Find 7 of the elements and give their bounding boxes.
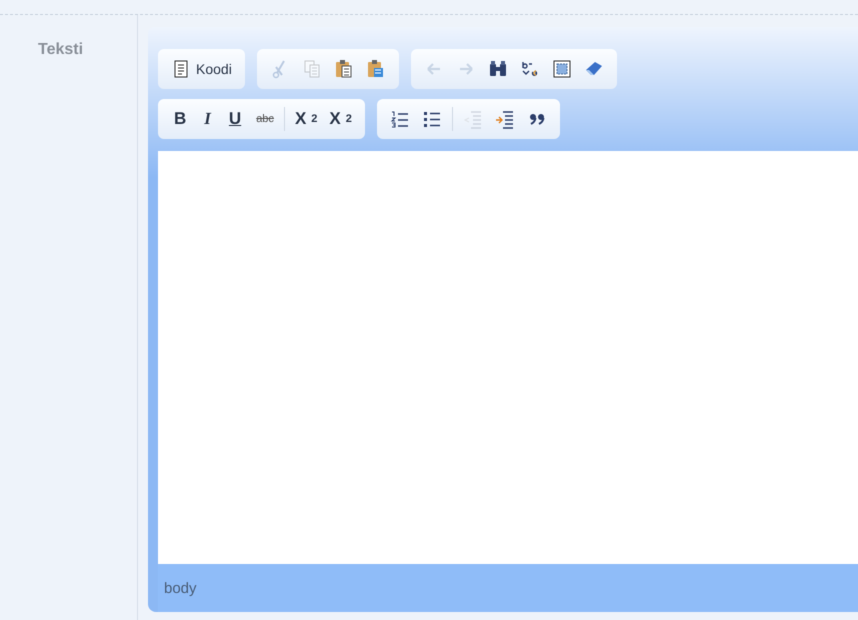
- element-path: body: [164, 580, 197, 596]
- strikethrough-button[interactable]: abc: [251, 106, 279, 132]
- source-button[interactable]: Koodi: [166, 56, 237, 82]
- italic-button[interactable]: I: [196, 106, 219, 132]
- underline-button[interactable]: U: [220, 106, 250, 132]
- field-label: Teksti: [38, 41, 84, 58]
- bold-button[interactable]: B: [166, 106, 194, 132]
